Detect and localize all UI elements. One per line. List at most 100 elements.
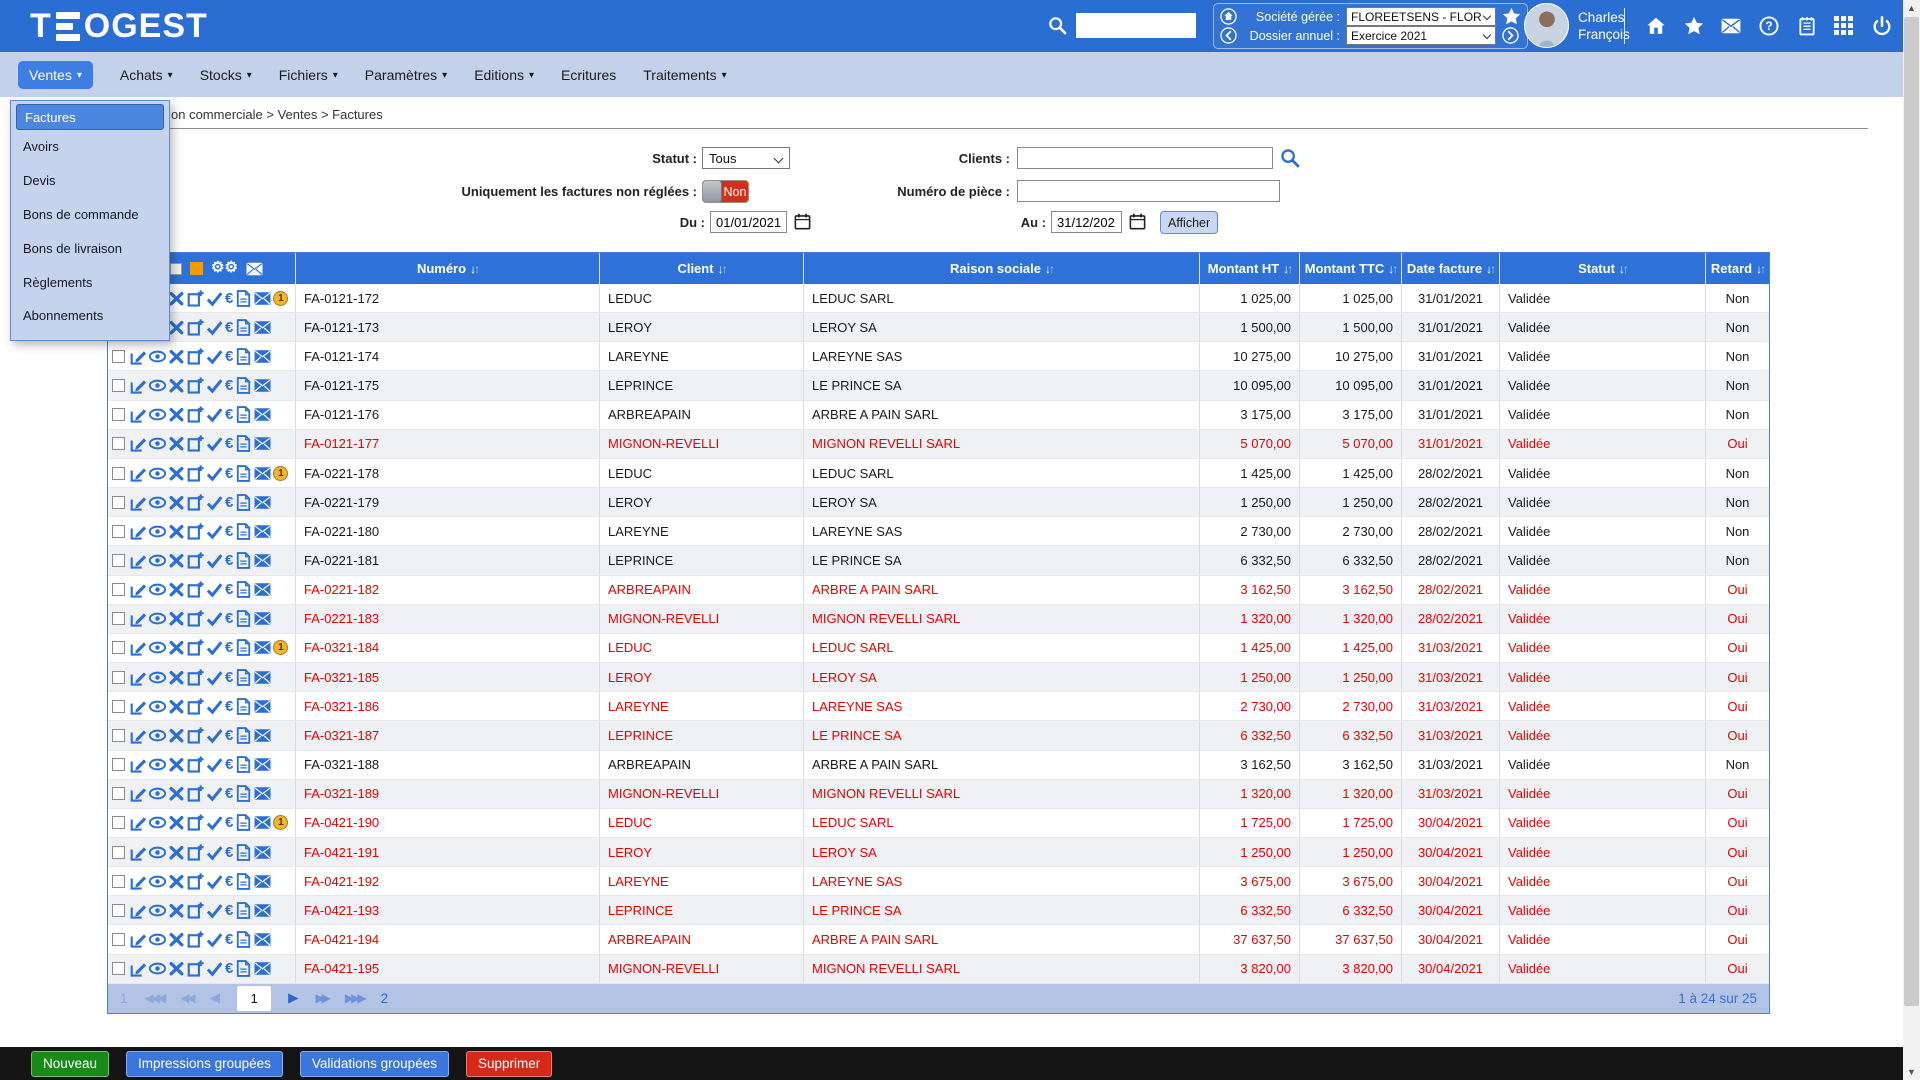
white-square-icon[interactable] [170,263,182,275]
document-icon[interactable] [235,610,252,627]
euro-icon[interactable]: € [225,406,233,423]
duplicate-icon[interactable] [187,639,204,656]
row-checkbox[interactable] [112,846,125,859]
delete-icon[interactable] [168,960,185,977]
mail-icon[interactable] [254,669,271,686]
document-icon[interactable] [235,902,252,919]
first-page-icon[interactable]: ◀◀◀ [145,991,164,1005]
home-icon[interactable] [1646,16,1666,36]
check-icon[interactable] [206,465,223,482]
menu-item-ecritures[interactable]: Ecritures [561,67,616,83]
mail-icon[interactable] [254,377,271,394]
check-icon[interactable] [206,581,223,598]
edit-icon[interactable] [130,814,147,831]
euro-icon[interactable]: € [225,931,233,948]
duplicate-icon[interactable] [187,844,204,861]
document-icon[interactable] [235,727,252,744]
menu-item-paramètres[interactable]: Paramètres▾ [365,67,447,83]
edit-icon[interactable] [130,727,147,744]
delete-icon[interactable] [168,552,185,569]
delete-icon[interactable] [168,814,185,831]
edit-icon[interactable] [130,377,147,394]
eye-icon[interactable] [149,465,166,482]
delete-icon[interactable] [168,844,185,861]
document-icon[interactable] [235,523,252,540]
duplicate-icon[interactable] [187,552,204,569]
edit-icon[interactable] [130,348,147,365]
eye-icon[interactable] [149,960,166,977]
eye-icon[interactable] [149,814,166,831]
document-icon[interactable] [235,319,252,336]
column-header-montant-ttc[interactable]: Montant TTC↓↑ [1299,253,1401,284]
eye-icon[interactable] [149,523,166,540]
mail-icon[interactable] [254,494,271,511]
mail-icon[interactable] [254,785,271,802]
duplicate-icon[interactable] [187,348,204,365]
eye-icon[interactable] [149,727,166,744]
row-checkbox[interactable] [112,379,125,392]
eye-icon[interactable] [149,873,166,890]
edit-icon[interactable] [130,756,147,773]
piece-input[interactable] [1017,180,1280,202]
euro-icon[interactable]: € [225,494,233,511]
clients-input[interactable] [1017,147,1273,169]
delete-icon[interactable] [168,639,185,656]
dropdown-item-règlements[interactable]: Règlements [11,265,169,299]
eye-icon[interactable] [149,494,166,511]
check-icon[interactable] [206,319,223,336]
duplicate-icon[interactable] [187,523,204,540]
du-input[interactable] [710,211,787,233]
last-page-icon[interactable]: ▶▶▶ [345,991,364,1005]
column-header-statut[interactable]: Statut↓↑ [1499,253,1705,284]
validations-groupées-button[interactable]: Validations groupées [300,1051,449,1077]
check-icon[interactable] [206,377,223,394]
row-checkbox[interactable] [112,408,125,421]
unpaid-toggle[interactable]: Non [702,180,749,203]
mail-icon[interactable] [254,348,271,365]
eye-icon[interactable] [149,902,166,919]
delete-icon[interactable] [168,348,185,365]
vertical-scrollbar[interactable]: ▲ ▼ [1903,0,1920,1080]
global-search-input[interactable] [1076,13,1196,38]
document-icon[interactable] [235,873,252,890]
delete-icon[interactable] [168,785,185,802]
delete-icon[interactable] [168,931,185,948]
power-icon[interactable] [1872,16,1892,36]
eye-icon[interactable] [149,698,166,715]
delete-icon[interactable] [168,377,185,394]
check-icon[interactable] [206,523,223,540]
eye-icon[interactable] [149,844,166,861]
euro-icon[interactable]: € [225,844,233,861]
edit-icon[interactable] [130,523,147,540]
dropdown-item-factures[interactable]: Factures [16,104,164,130]
delete-icon[interactable] [168,756,185,773]
euro-icon[interactable]: € [225,756,233,773]
check-icon[interactable] [206,610,223,627]
edit-icon[interactable] [130,785,147,802]
euro-icon[interactable]: € [225,639,233,656]
euro-icon[interactable]: € [225,348,233,365]
delete-icon[interactable] [168,406,185,423]
column-header-date-facture[interactable]: Date facture↓↑ [1401,253,1499,284]
eye-icon[interactable] [149,348,166,365]
prev-page-icon[interactable]: ◀ [210,990,220,1006]
row-checkbox[interactable] [112,816,125,829]
document-icon[interactable] [235,669,252,686]
euro-icon[interactable]: € [225,523,233,540]
edit-icon[interactable] [130,931,147,948]
euro-icon[interactable]: € [225,552,233,569]
edit-icon[interactable] [130,669,147,686]
eye-icon[interactable] [149,552,166,569]
check-icon[interactable] [206,552,223,569]
afficher-button[interactable]: Afficher [1160,211,1218,234]
help-icon[interactable]: ? [1759,16,1779,36]
delete-icon[interactable] [168,698,185,715]
eye-icon[interactable] [149,406,166,423]
document-icon[interactable] [235,844,252,861]
clients-search-icon[interactable] [1280,148,1300,168]
scroll-up-icon[interactable]: ▲ [1903,0,1920,16]
edit-icon[interactable] [130,960,147,977]
duplicate-icon[interactable] [187,494,204,511]
row-checkbox[interactable] [112,641,125,654]
duplicate-icon[interactable] [187,377,204,394]
